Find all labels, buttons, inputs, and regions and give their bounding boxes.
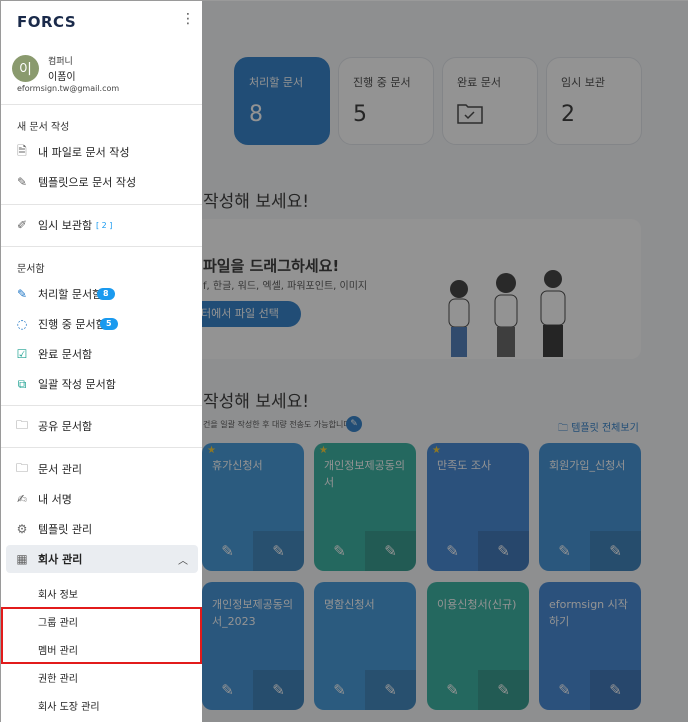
menu-label: 회사 정보 [38,589,78,601]
user-email: eformsign.tw@gmail.com [17,84,120,93]
highlight-box [1,607,202,664]
menu-company-manage[interactable]: ▦ 회사 관리 ︿ [6,545,198,573]
menu-label: 공유 문서함 [38,420,93,433]
bulk-doc-icon: ⧉ [17,376,27,391]
menu-company-stamp[interactable]: 회사 도장 관리 [1,691,202,719]
menu-label: 완료 문서함 [38,348,93,361]
pencil-icon: ✐ [16,218,28,232]
menu-new-from-template[interactable]: ✎ 템플릿으로 문서 작성 [1,168,202,196]
menu-label: 임시 보관함 [38,219,93,232]
building-icon: ▦ [16,552,28,566]
progress-circle-icon: ◌ [16,317,28,331]
menu-temp-storage[interactable]: ✐ 임시 보관함[ 2 ] [1,211,202,239]
divider [1,405,202,406]
menu-label: 회사 관리 [38,553,83,566]
menu-shared-box[interactable]: 🗀 공유 문서함 [1,412,202,440]
menu-label: 일괄 작성 문서함 [38,378,116,391]
menu-new-from-file[interactable]: 🗎 내 파일로 문서 작성 [1,138,202,166]
avatar[interactable]: 이 [12,55,39,82]
signature-icon: ✍ [16,492,28,506]
todo-doc-icon: ✎ [16,287,28,301]
menu-completed-box[interactable]: ☑ 완료 문서함 [1,340,202,368]
doc-manage-icon: 🗀 [15,460,28,475]
menu-label: 템플릿으로 문서 작성 [38,176,137,189]
shared-folder-icon: 🗀 [15,417,28,432]
menu-my-signature[interactable]: ✍ 내 서명 [1,485,202,513]
divider [1,204,202,205]
file-upload-icon: 🗎 [17,143,27,158]
template-settings-icon: ⚙ [16,522,28,536]
chevron-up-icon: ︿ [178,555,188,567]
section-docs: 문서함 [17,264,45,275]
company-name: 컴퍼니 [48,57,73,67]
navigation-drawer: FORCS ⋮ 이 컴퍼니 이폼이 eformsign.tw@gmail.com… [1,1,202,722]
menu-label: 처리할 문서함 [38,288,103,301]
inprogress-count-badge: 5 [100,318,118,330]
forcs-logo: FORCS [17,13,77,31]
menu-todo-box[interactable]: ✎ 처리할 문서함 8 [1,280,202,308]
menu-doc-manage[interactable]: 🗀 문서 관리 [1,455,202,483]
menu-label: 템플릿 관리 [38,523,93,536]
more-menu-icon[interactable]: ⋮ [181,11,195,27]
menu-company-info[interactable]: 회사 정보 [1,579,202,607]
menu-label: 진행 중 문서함 [38,318,106,331]
divider [1,246,202,247]
temp-count: [ 2 ] [96,220,113,230]
todo-count-badge: 8 [97,288,115,300]
modal-overlay[interactable] [202,1,688,722]
menu-inprogress-box[interactable]: ◌ 진행 중 문서함 5 [1,310,202,338]
menu-label: 회사 도장 관리 [38,701,100,713]
divider [1,447,202,448]
menu-label: 권한 관리 [38,673,78,685]
template-edit-icon: ✎ [16,175,28,189]
menu-label: 문서 관리 [38,463,82,476]
menu-label: 내 서명 [38,493,72,506]
divider [1,104,202,105]
menu-label: 내 파일로 문서 작성 [38,146,130,159]
menu-bulk-box[interactable]: ⧉ 일괄 작성 문서함 [1,370,202,398]
user-name: 이폼이 [48,72,76,83]
menu-permission-manage[interactable]: 권한 관리 [1,663,202,691]
completed-folder-icon: ☑ [16,347,28,361]
menu-template-manage[interactable]: ⚙ 템플릿 관리 [1,515,202,543]
section-new-doc: 새 문서 작성 [17,122,70,133]
